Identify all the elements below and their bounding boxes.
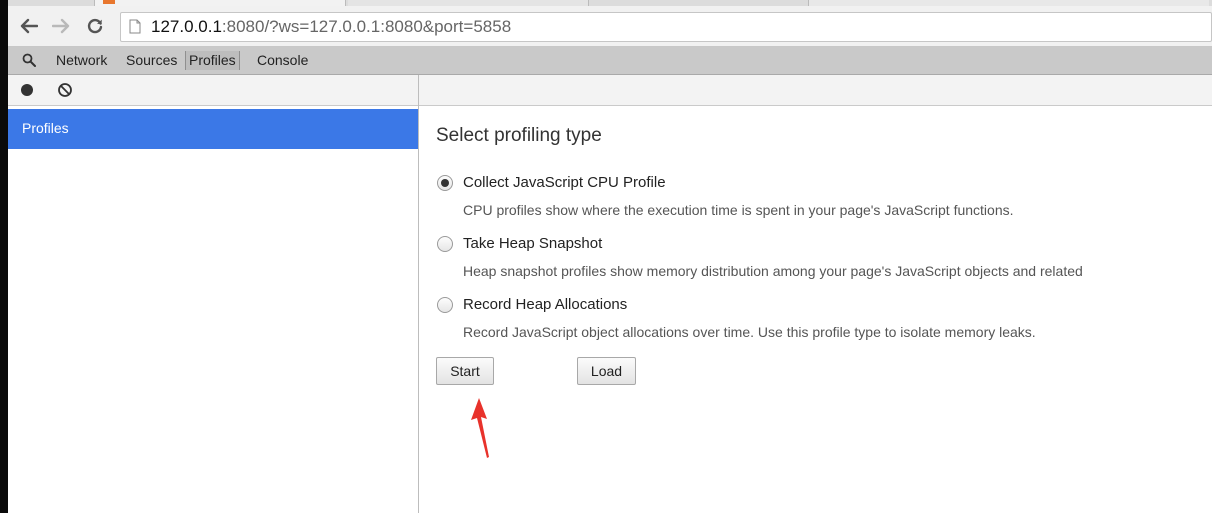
browser-toolbar: 127.0.0.1:8080/?ws=127.0.0.1:8080&port=5…	[8, 6, 1212, 47]
annotation-arrow-icon	[471, 398, 489, 458]
radio-heap-allocations[interactable]	[437, 297, 453, 313]
tab-favicon-icon	[103, 0, 115, 4]
devtools-tab-bar: Network Sources Profiles Console	[8, 47, 1212, 75]
screen-edge	[0, 0, 8, 513]
main-panel-toolbar	[419, 75, 1212, 106]
sidebar-item-profiles[interactable]: Profiles	[8, 109, 418, 149]
option-label-cpu-profile[interactable]: Collect JavaScript CPU Profile	[463, 174, 666, 191]
page-title: Select profiling type	[436, 125, 602, 146]
reload-icon	[87, 18, 103, 34]
radio-heap-snapshot[interactable]	[437, 236, 453, 252]
forward-button[interactable]	[48, 12, 74, 40]
radio-cpu-profile[interactable]	[437, 175, 453, 191]
back-button[interactable]	[16, 12, 42, 40]
profiles-sidebar: Profiles	[8, 75, 419, 513]
url-path: :8080/?ws=127.0.0.1:8080&port=5858	[221, 17, 512, 36]
option-description-heap-allocations: Record JavaScript object allocations ove…	[463, 324, 1036, 340]
option-description-cpu-profile: CPU profiles show where the execution ti…	[463, 202, 1014, 218]
reload-button[interactable]	[82, 12, 108, 40]
magnifier-icon[interactable]	[22, 53, 36, 67]
tab-network[interactable]: Network	[56, 52, 107, 69]
option-description-heap-snapshot: Heap snapshot profiles show memory distr…	[463, 263, 1083, 279]
tab-profiles[interactable]: Profiles	[185, 51, 240, 70]
record-icon[interactable]	[21, 84, 33, 96]
sidebar-toolbar	[8, 75, 418, 106]
address-bar[interactable]: 127.0.0.1:8080/?ws=127.0.0.1:8080&port=5…	[120, 12, 1212, 42]
profile-launcher: Select profiling type Collect JavaScript…	[419, 106, 1212, 513]
tab-console[interactable]: Console	[257, 52, 308, 69]
page-icon	[129, 19, 141, 34]
arrow-left-icon	[20, 18, 38, 34]
load-button[interactable]: Load	[577, 357, 636, 385]
url-host: 127.0.0.1	[151, 17, 222, 36]
clear-icon[interactable]	[57, 82, 73, 98]
url-text: 127.0.0.1:8080/?ws=127.0.0.1:8080&port=5…	[151, 17, 511, 37]
option-label-heap-allocations[interactable]: Record Heap Allocations	[463, 296, 627, 313]
option-label-heap-snapshot[interactable]: Take Heap Snapshot	[463, 235, 602, 252]
start-button[interactable]: Start	[436, 357, 494, 385]
tab-sources[interactable]: Sources	[126, 52, 177, 69]
arrow-right-icon	[52, 18, 70, 34]
